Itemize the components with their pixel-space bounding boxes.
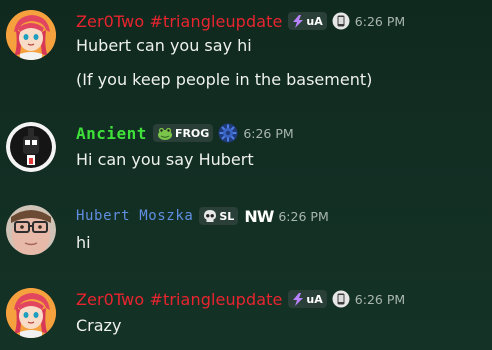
avatar[interactable]: [6, 10, 56, 60]
gear-icon[interactable]: [218, 123, 238, 143]
username[interactable]: Zer0Two #triangleupdate: [76, 12, 282, 31]
phone-icon[interactable]: [332, 290, 350, 308]
skull-icon: [204, 210, 217, 222]
timestamp[interactable]: 6:26 PM: [243, 126, 293, 141]
username[interactable]: Zer0Two #triangleupdate: [76, 290, 282, 309]
guild-tag[interactable]: SL: [199, 207, 239, 225]
server-badge[interactable]: NW: [244, 207, 274, 226]
avatar[interactable]: [6, 205, 56, 255]
message-header: Zer0Two #triangleupdate uA 6:26 PM: [76, 288, 405, 310]
avatar[interactable]: [6, 122, 56, 172]
timestamp[interactable]: 6:26 PM: [355, 292, 405, 307]
username[interactable]: Hubert Moszka: [76, 208, 193, 224]
guild-tag[interactable]: FROG: [152, 124, 214, 142]
message-header: Hubert Moszka SL NW 6:26 PM: [76, 205, 329, 227]
message-content: hi: [76, 233, 91, 252]
guild-tag-label: uA: [306, 292, 323, 306]
message-header: Zer0Two #triangleupdate uA 6:26 PM: [76, 10, 405, 32]
message-content: (If you keep people in the basement): [76, 70, 373, 89]
message-content: Hi can you say Hubert: [76, 150, 254, 169]
message-content: Hubert can you say hi: [76, 36, 252, 55]
lightning-icon: [293, 14, 304, 28]
message-header: Ancient FROG 6:26 PM: [76, 122, 294, 144]
chat-log: Zer0Two #triangleupdate uA 6:26 PM Huber…: [0, 0, 492, 350]
username[interactable]: Ancient: [76, 124, 147, 143]
avatar[interactable]: [6, 288, 56, 338]
guild-tag-label: FROG: [174, 126, 210, 140]
guild-tag[interactable]: uA: [288, 12, 327, 30]
message-content: Crazy: [76, 316, 122, 335]
guild-tag-label: uA: [306, 14, 323, 28]
guild-tag[interactable]: uA: [288, 290, 327, 308]
lightning-icon: [293, 292, 304, 306]
phone-icon[interactable]: [332, 12, 350, 30]
timestamp[interactable]: 6:26 PM: [355, 14, 405, 29]
timestamp[interactable]: 6:26 PM: [278, 209, 328, 224]
guild-tag-label: SL: [219, 209, 235, 223]
frog-icon: [157, 127, 172, 140]
